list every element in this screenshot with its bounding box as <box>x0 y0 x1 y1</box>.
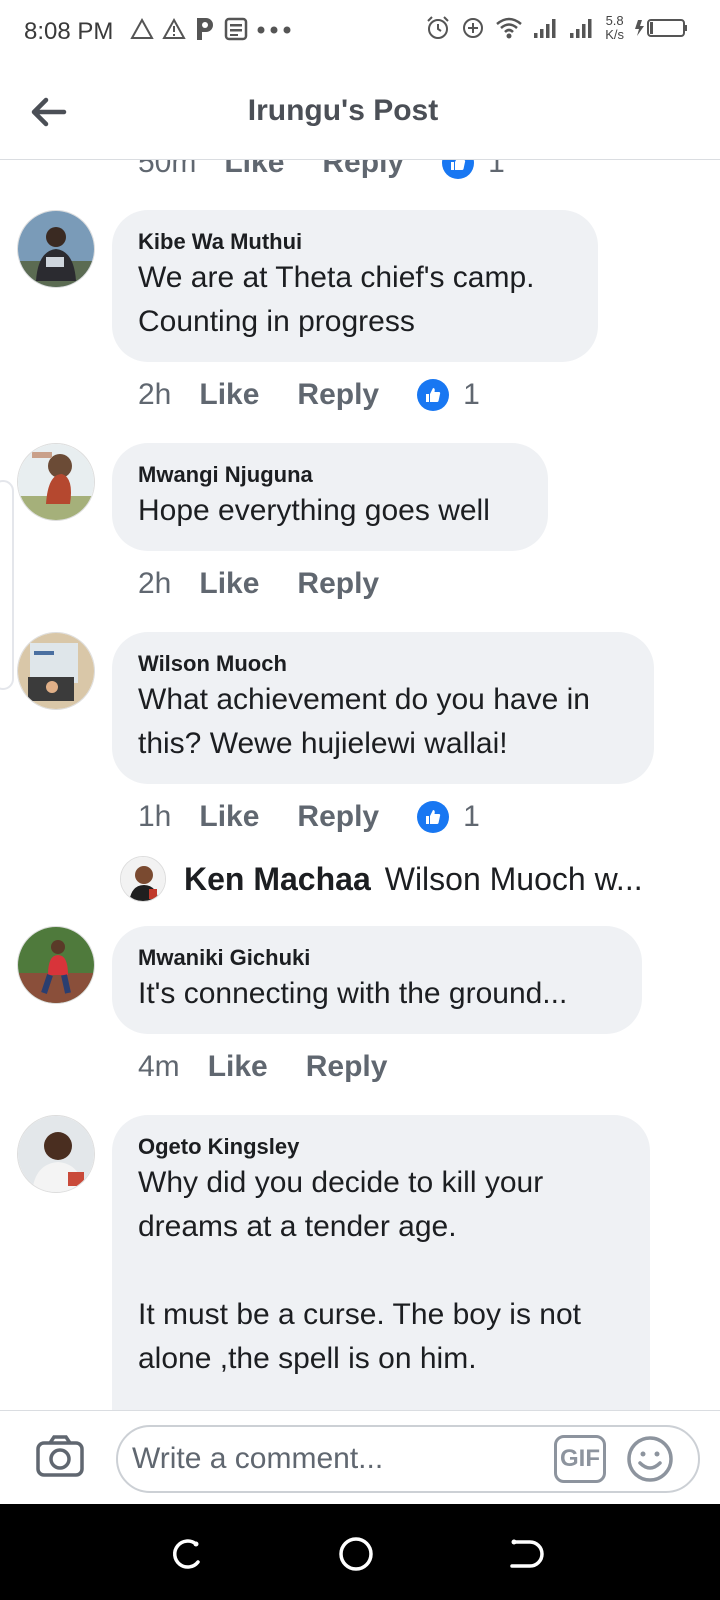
home-icon[interactable] <box>336 1534 376 1574</box>
comment-time: 4m <box>138 1050 180 1083</box>
post-header: Irungu's Post <box>0 64 720 160</box>
comment-time: 2h <box>138 378 172 411</box>
status-time: 8:08 PM <box>24 18 114 45</box>
reply-preview[interactable]: Ken Machaa Wilson Muoch w... <box>120 856 643 902</box>
comment-bubble[interactable]: Kibe Wa Muthui We are at Theta chief's c… <box>112 210 598 362</box>
comment-bubble[interactable]: Mwaniki Gichuki It's connecting with the… <box>112 926 642 1034</box>
plus-circle-icon <box>463 18 484 38</box>
signal-icon <box>570 19 592 38</box>
comment-time: 1h <box>138 800 172 833</box>
news-icon <box>224 17 248 41</box>
avatar[interactable] <box>17 926 95 1004</box>
reply-button[interactable]: Reply <box>297 567 379 601</box>
recent-apps-icon[interactable] <box>166 1534 206 1574</box>
more-dots-icon <box>257 26 291 34</box>
comment-text: What achievement do you have in this? We… <box>138 683 590 760</box>
comment-actions: 50m Like Reply 1 <box>138 160 505 180</box>
comment-author[interactable]: Ogeto Kingsley <box>138 1133 624 1161</box>
status-bar: 8:08 PM 5.8 K/s <box>0 0 720 64</box>
reply-button[interactable]: Reply <box>322 160 404 180</box>
comment-author[interactable]: Wilson Muoch <box>138 650 628 678</box>
network-speed-value: 5.8 <box>605 13 624 28</box>
avatar[interactable] <box>17 1115 95 1193</box>
comment-time: 50m <box>138 160 197 179</box>
comment-bubble[interactable]: Mwangi Njuguna Hope everything goes well <box>112 443 548 551</box>
system-nav-bar <box>0 1504 720 1600</box>
avatar[interactable] <box>17 443 95 521</box>
avatar[interactable] <box>120 856 166 902</box>
like-button[interactable]: Like <box>199 567 259 601</box>
camera-icon[interactable] <box>34 1431 86 1483</box>
gif-button[interactable]: GIF <box>554 1435 606 1483</box>
comment-bubble[interactable]: Ogeto Kingsley Why did you decide to kil… <box>112 1115 650 1410</box>
comment-actions: 2h Like Reply 1 <box>138 378 480 412</box>
parking-icon <box>197 18 213 40</box>
comment-author[interactable]: Mwangi Njuguna <box>138 461 522 489</box>
avatar[interactable] <box>17 632 95 710</box>
battery-icon <box>635 19 687 37</box>
back-nav-icon[interactable] <box>504 1534 544 1574</box>
reply-button[interactable]: Reply <box>306 1050 388 1084</box>
comment-time: 2h <box>138 567 172 600</box>
like-count: 1 <box>488 160 505 179</box>
comments-feed[interactable]: 50m Like Reply 1 Kibe Wa Muthui We are a… <box>0 160 720 1410</box>
avatar[interactable] <box>17 210 95 288</box>
reply-text: Wilson Muoch w... <box>384 860 643 897</box>
system-icons: 5.8 K/s <box>425 14 690 42</box>
like-reaction-icon <box>417 379 450 411</box>
like-count: 1 <box>463 800 480 833</box>
comment-text: We are at Theta chief's camp. Counting i… <box>138 261 535 338</box>
warning-icon <box>130 17 154 39</box>
comment-input-container[interactable]: GIF <box>116 1425 700 1493</box>
network-speed-unit: K/s <box>605 27 624 42</box>
wifi-icon <box>496 17 523 39</box>
like-button[interactable]: Like <box>199 378 259 412</box>
page-title: Irungu's Post <box>247 94 439 127</box>
comment-actions: 4m Like Reply <box>138 1050 425 1084</box>
like-button[interactable]: Like <box>199 800 259 834</box>
comment-author[interactable]: Kibe Wa Muthui <box>138 228 572 256</box>
emoji-icon[interactable] <box>624 1433 676 1485</box>
comment-text: Why did you decide to kill your dreams a… <box>138 1166 581 1375</box>
comment-input[interactable] <box>132 1437 542 1481</box>
like-button[interactable]: Like <box>208 1050 268 1084</box>
like-button[interactable]: Like <box>224 160 284 180</box>
reply-button[interactable]: Reply <box>297 800 379 834</box>
alarm-icon <box>427 16 449 39</box>
reply-button[interactable]: Reply <box>297 378 379 412</box>
reply-author[interactable]: Ken Machaa <box>184 861 371 898</box>
notification-icons <box>130 16 292 42</box>
comment-actions: 1h Like Reply 1 <box>138 800 480 834</box>
side-edge-handle[interactable] <box>0 480 14 690</box>
comment-actions: 2h Like Reply <box>138 567 417 601</box>
like-count: 1 <box>463 378 480 411</box>
comment-author[interactable]: Mwaniki Gichuki <box>138 944 616 972</box>
comment-text: It's connecting with the ground... <box>138 977 568 1010</box>
comment-text: Hope everything goes well <box>138 494 490 527</box>
like-reaction-icon <box>417 801 450 833</box>
comment-composer: GIF <box>0 1410 720 1504</box>
signal-icon <box>534 19 556 38</box>
like-reaction-icon <box>442 160 475 179</box>
warning-icon <box>162 17 186 39</box>
comment-bubble[interactable]: Wilson Muoch What achievement do you hav… <box>112 632 654 784</box>
network-speed: 5.8 K/s <box>605 14 624 42</box>
